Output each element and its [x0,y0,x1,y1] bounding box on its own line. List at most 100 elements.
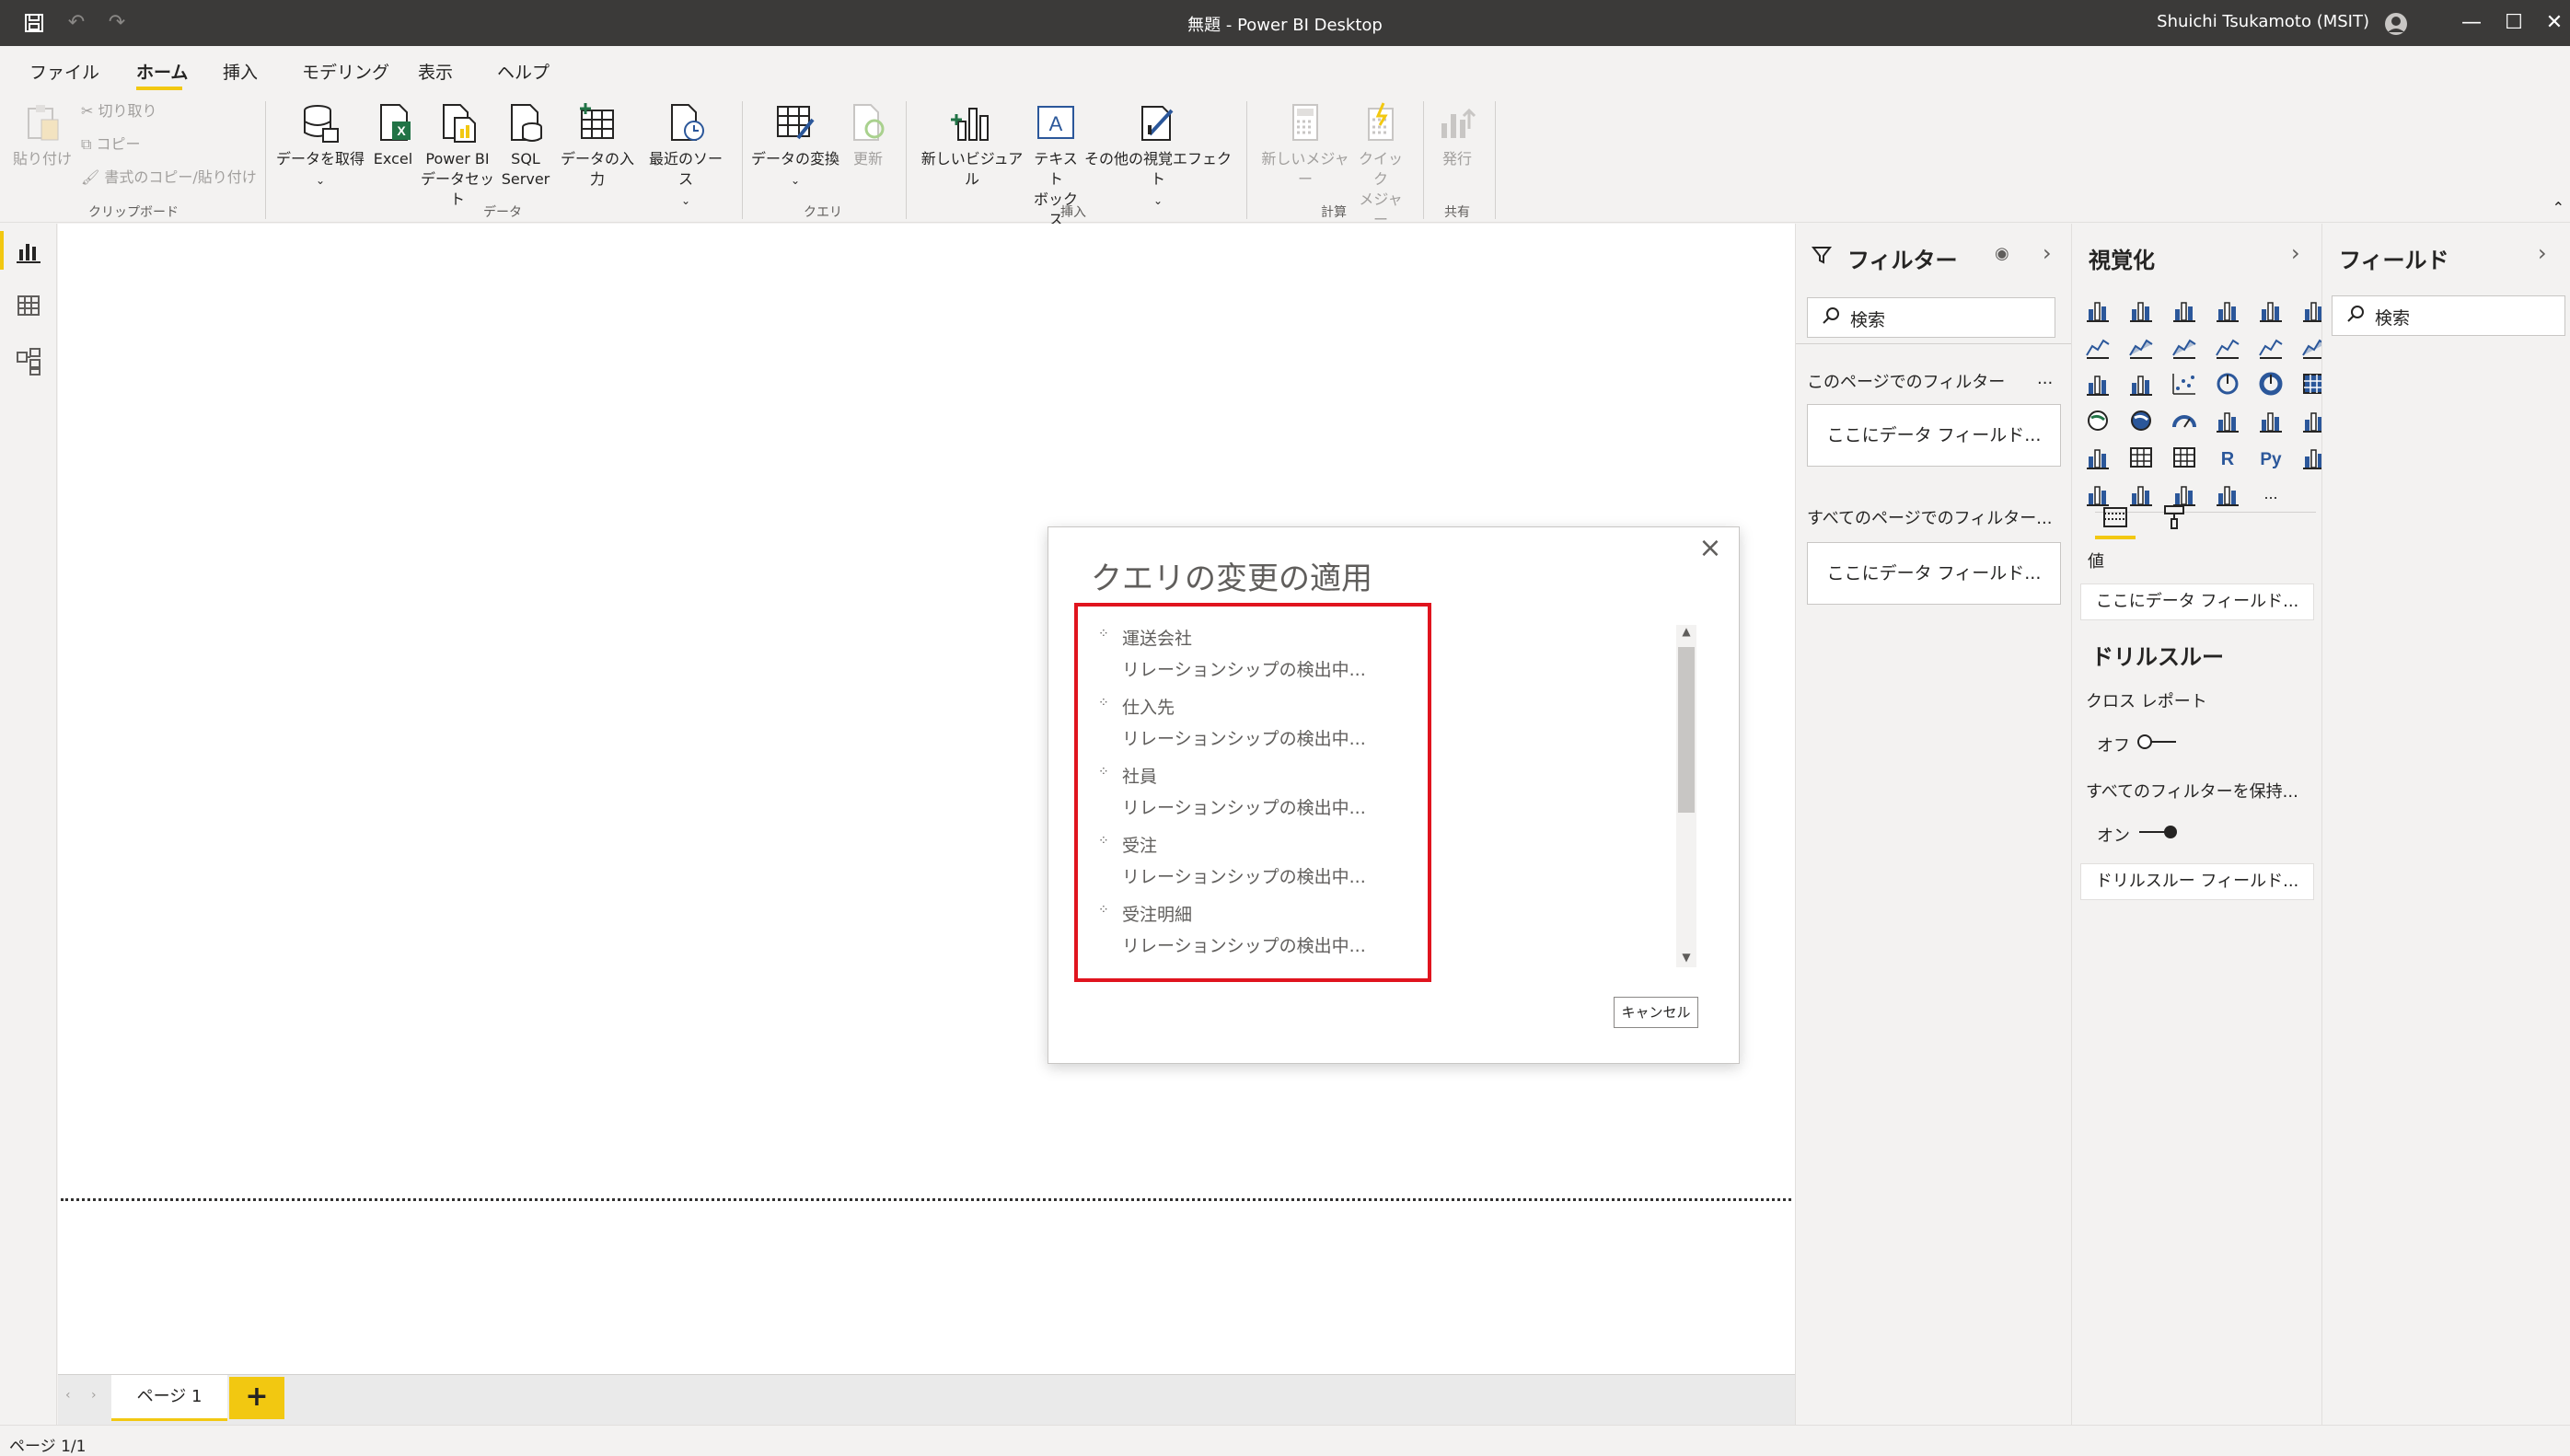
more-visuals-icon [1141,106,1174,141]
active-well-indicator [2095,536,2136,539]
next-page-icon[interactable]: › [91,1388,97,1403]
excel-button[interactable]: X Excel [370,101,416,169]
cross-report-label: クロス レポート [2086,692,2207,711]
drillthrough-title: ドリルスルー [2091,644,2224,670]
more-visuals-icon[interactable]: ... [2257,480,2285,508]
funnel-icon[interactable] [2127,370,2155,398]
qa-visual-icon[interactable] [2127,480,2155,508]
enter-data-button[interactable]: データの入力 [556,101,639,190]
slicer-icon[interactable] [2084,444,2112,471]
filled-map-icon[interactable] [2127,407,2155,434]
stacked-area-icon[interactable] [2171,333,2198,361]
query-name: 運送会社 [1122,629,1193,649]
quick-measure-icon [1368,102,1394,141]
pbi-dataset-button[interactable]: Power BI データセット [420,101,495,210]
get-data-button[interactable]: データを取得 ⌄ [276,101,365,191]
fields-well-icon[interactable] [2101,503,2130,532]
gauge-icon[interactable] [2171,407,2198,434]
close-dialog-icon[interactable]: × [1695,533,1726,564]
sql-server-button[interactable]: SQL Server [499,101,552,190]
map-icon[interactable] [2084,407,2112,434]
stacked-bar-icon[interactable] [2084,296,2112,324]
report-view-icon[interactable] [13,235,44,266]
python-visual-icon[interactable]: Py [2257,444,2285,471]
r-visual-icon[interactable]: R [2214,444,2241,471]
collapse-filters-icon[interactable]: › [2043,240,2052,266]
menu-insert[interactable]: 挿入 [223,59,258,84]
matrix-icon[interactable] [2171,444,2198,471]
new-visual-button[interactable]: 新しいビジュアル [917,101,1027,190]
scroll-down-icon[interactable]: ▼ [1676,951,1696,967]
line-column-icon[interactable] [2214,333,2241,361]
search-icon [1823,307,1839,324]
paginated-report-icon[interactable] [2214,480,2241,508]
query-name: 社員 [1122,767,1158,787]
close-icon[interactable]: ✕ [2539,7,2570,39]
menu-view[interactable]: 表示 [418,59,453,84]
svg-text:...: ... [2263,484,2277,503]
copy-button[interactable]: ⧉ コピー [81,134,141,155]
cancel-button[interactable]: キャンセル [1614,997,1698,1028]
this-page-filter-well[interactable]: ここにデータ フィールド... [1807,404,2061,467]
format-paint-roller-icon[interactable] [2159,503,2189,532]
area-chart-icon[interactable] [2127,333,2155,361]
group-separator [1246,101,1247,219]
fields-pane: フィールド › 検索 [2321,224,2570,1425]
drillthrough-well[interactable]: ドリルスルー フィールド... [2080,863,2314,900]
fields-search-input[interactable]: 検索 [2332,295,2565,336]
cross-report-toggle[interactable] [2136,733,2180,751]
recent-sources-button[interactable]: 最近のソース ⌄ [642,101,729,211]
cut-button[interactable]: ✂ 切り取り [81,101,157,121]
card-icon[interactable] [2214,407,2241,434]
transform-data-button[interactable]: データの変換 ⌄ [749,101,841,191]
100-bar-icon[interactable] [2257,296,2285,324]
all-pages-filter-well[interactable]: ここにデータ フィールド... [1807,542,2061,605]
all-pages-filters-label: すべてのページでのフィルター... [1807,509,2053,528]
publish-button[interactable]: 発行 [1432,101,1482,169]
data-view-icon[interactable] [13,290,44,321]
collapse-ribbon-icon[interactable]: ⌃ [2553,199,2564,216]
active-view-indicator [0,231,4,270]
clustered-bar-icon[interactable] [2171,296,2198,324]
line-chart-icon[interactable] [2084,333,2112,361]
new-measure-button[interactable]: 新しいメジャー [1256,101,1355,190]
refresh-icon [853,104,885,141]
refresh-button[interactable]: 更新 [845,101,891,169]
pie-chart-icon[interactable] [2214,370,2241,398]
scatter-icon[interactable] [2171,370,2198,398]
avatar[interactable] [2380,8,2412,40]
paste-button[interactable]: 貼り付け [13,101,72,169]
page-tab-1[interactable]: ページ 1 [111,1375,227,1421]
more-options-icon[interactable]: ... [2037,369,2053,388]
menu-modeling[interactable]: モデリング [302,59,389,84]
keep-filters-toggle[interactable] [2136,823,2180,841]
menu-help[interactable]: ヘルプ [497,59,550,84]
scroll-up-icon[interactable]: ▲ [1676,625,1696,641]
scroll-thumb[interactable] [1678,647,1695,813]
format-painter-button[interactable]: 🖌 書式のコピー/貼り付け [81,168,257,188]
collapse-viz-icon[interactable]: › [2291,240,2300,266]
eye-icon[interactable]: ◉ [1995,244,2009,263]
model-view-icon[interactable] [13,345,44,376]
multi-row-card-icon[interactable] [2257,407,2285,434]
svg-text:A: A [1049,112,1063,135]
filters-search-input[interactable]: 検索 [1807,297,2055,338]
prev-page-icon[interactable]: ‹ [65,1388,71,1403]
add-page-button[interactable]: + [229,1377,284,1419]
minimize-icon[interactable]: — [2456,7,2487,39]
more-visuals-button[interactable]: その他の視覚エフェクト ⌄ [1084,101,1232,211]
values-well[interactable]: ここにデータ フィールド... [2080,584,2314,620]
stacked-column-icon[interactable] [2127,296,2155,324]
line-clustered-icon[interactable] [2257,333,2285,361]
maximize-icon[interactable]: ☐ [2498,7,2529,39]
clustered-column-icon[interactable] [2214,296,2241,324]
list-scrollbar[interactable]: ▲ ▼ [1676,625,1696,967]
menu-file[interactable]: ファイル [29,59,99,84]
calculator-icon [1292,104,1318,141]
table-icon[interactable] [2127,444,2155,471]
database-icon [304,105,339,143]
waterfall-icon[interactable] [2084,370,2112,398]
collapse-fields-icon[interactable]: › [2538,240,2547,266]
menu-home[interactable]: ホーム [136,59,188,84]
donut-chart-icon[interactable] [2257,370,2285,398]
